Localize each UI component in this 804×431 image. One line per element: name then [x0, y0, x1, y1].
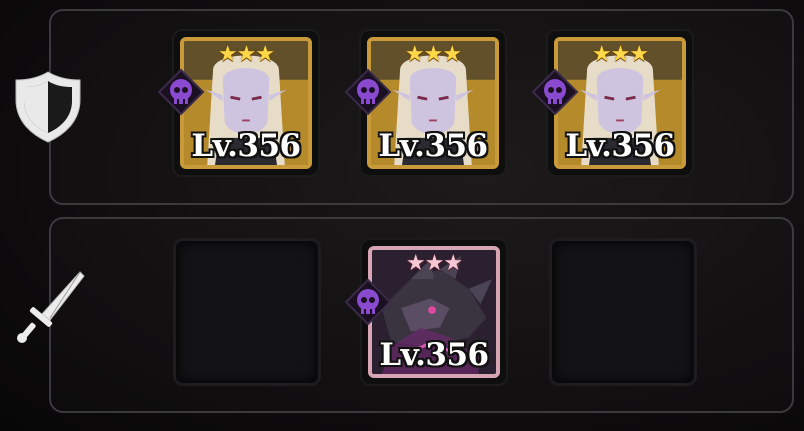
attack-slot-1-empty[interactable]: [173, 238, 321, 386]
shield-icon: [15, 71, 81, 143]
skull-faction-icon: [344, 278, 392, 326]
hero-level: Lv.356: [379, 337, 489, 373]
star-rating: ★★★: [591, 42, 649, 67]
hero-level: Lv.356: [565, 128, 675, 164]
star-rating: ★★★: [404, 42, 462, 67]
sword-icon: [17, 271, 85, 343]
attack-slot-3-empty[interactable]: [549, 238, 697, 386]
skull-faction-icon: [157, 68, 205, 116]
hero-level: Lv.356: [191, 128, 301, 164]
skull-faction-icon: [344, 68, 392, 116]
star-rating: ★★★: [217, 42, 275, 67]
lineup-screen: ★★★ Lv.356 ★★★ Lv.356 ★★★ Lv.356 ★★★ Lv.…: [0, 0, 804, 431]
star-rating: ★★★: [405, 251, 463, 276]
skull-faction-icon: [531, 68, 579, 116]
hero-level: Lv.356: [378, 128, 488, 164]
